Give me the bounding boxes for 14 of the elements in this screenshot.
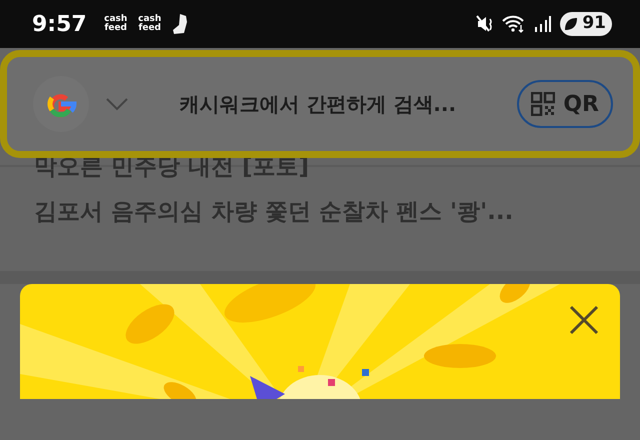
search-field[interactable]: 캐시워크에서 간편하게 검색... [179, 89, 510, 119]
wifi-icon [502, 15, 526, 33]
status-time: 9:57 [32, 10, 87, 38]
chevron-down-icon [105, 97, 129, 111]
search-bar-overlay[interactable]: 캐시워크에서 간편하게 검색... QR [0, 50, 640, 158]
qr-button[interactable]: QR [517, 80, 613, 128]
battery-indicator: 91 [560, 12, 612, 36]
mute-icon [476, 15, 494, 33]
qr-code-icon [531, 92, 556, 116]
close-button[interactable] [568, 304, 600, 336]
app-logo-text: cash feed [137, 15, 162, 33]
signal-icon [534, 15, 552, 33]
shoe-icon [170, 13, 189, 35]
app-logo-text: cash feed [103, 15, 128, 33]
